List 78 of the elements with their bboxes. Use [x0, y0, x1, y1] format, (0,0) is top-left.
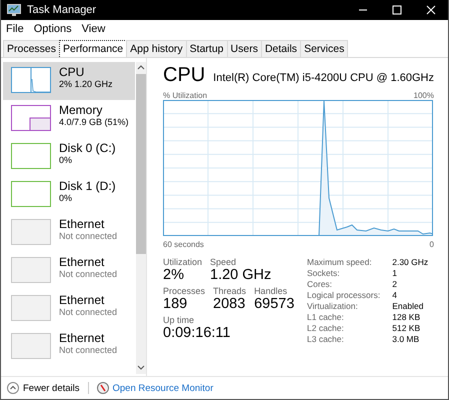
fewer-details-button[interactable]: Fewer details — [7, 382, 80, 394]
graph-label: 0 — [430, 240, 434, 249]
resource-detail: 4.0/7.9 GB (51%) — [59, 117, 129, 128]
tab[interactable]: Users — [226, 40, 262, 57]
resource-detail: Not connected — [59, 231, 118, 242]
graph-label: 100% — [414, 91, 434, 100]
spec-value: Enabled — [392, 301, 424, 311]
window-title: Task Manager — [27, 4, 98, 16]
resource-detail: Not connected — [59, 269, 118, 280]
resource-name: Memory — [59, 103, 104, 117]
stat-label: Threads — [213, 286, 246, 296]
stat-value: 189 — [163, 296, 188, 312]
stat-label: Utilization — [163, 257, 202, 267]
resource-monitor-link[interactable]: Open Resource Monitor — [112, 382, 214, 394]
collapse-icon — [7, 382, 19, 394]
resource-detail: Not connected — [59, 345, 118, 356]
sidebar-item[interactable]: Ethernet Not connected — [3, 214, 135, 252]
resource-detail: 0% — [59, 193, 74, 204]
resource-name: CPU — [59, 65, 86, 79]
resource-name: Ethernet — [59, 293, 106, 307]
graph-label: 60 seconds — [163, 240, 204, 249]
resource-detail: Not connected — [59, 307, 118, 318]
spec-value: 2 — [392, 279, 398, 289]
tab[interactable]: Details — [260, 40, 302, 57]
spec-value: 128 KB — [392, 312, 422, 322]
stat-value: 2083 — [213, 296, 246, 312]
sidebar-item[interactable]: Ethernet Not connected — [3, 290, 135, 328]
sidebar-item[interactable]: Ethernet Not connected — [3, 252, 135, 290]
sidebar-item[interactable]: Disk 1 (D:) 0% — [3, 176, 135, 214]
spec-value: 512 KB — [392, 323, 422, 333]
menu-item[interactable]: View — [82, 23, 106, 35]
spec-label: L2 cache: — [307, 323, 345, 333]
scroll-thumb[interactable] — [136, 74, 146, 254]
stat-label: Handles — [254, 286, 288, 296]
stat-value: 0:09:16:11 — [163, 325, 230, 341]
resource-name: Ethernet — [59, 255, 106, 269]
spec-value: 1 — [392, 268, 398, 278]
scroll-down-icon[interactable] — [137, 365, 145, 371]
monitor-icon — [7, 4, 21, 16]
stat-value: 69573 — [254, 296, 294, 312]
tab[interactable]: App history — [126, 40, 187, 57]
stat-label: Processes — [163, 286, 206, 296]
menu-item[interactable]: Options — [34, 23, 72, 35]
stat-label: Speed — [210, 257, 238, 267]
spec-label: Logical processors: — [307, 290, 380, 300]
graph-label: % Utilization — [163, 91, 208, 100]
sidebar-item[interactable]: Disk 0 (C:) 0% — [3, 138, 135, 176]
stat-label: Up time — [163, 315, 196, 325]
sidebar-item[interactable]: CPU 2% 1.20 GHz — [3, 62, 135, 100]
stat-value: 1.20 GHz — [210, 267, 272, 283]
resource-name: Ethernet — [59, 331, 106, 345]
resource-name: Ethernet — [59, 217, 106, 231]
tab[interactable]: Services — [300, 40, 348, 57]
stat-value: 2% — [163, 267, 185, 283]
sidebar-item[interactable]: Memory 4.0/7.9 GB (51%) — [3, 100, 135, 138]
spec-label: Sockets: — [307, 268, 341, 278]
resource-name: Disk 0 (C:) — [59, 141, 116, 155]
tab[interactable]: Performance — [59, 40, 128, 57]
gauge-icon — [96, 382, 108, 394]
spec-value: 3.0 MB — [392, 334, 420, 344]
sidebar-item[interactable]: Ethernet Not connected — [3, 328, 135, 366]
resource-name: Disk 1 (D:) — [59, 179, 116, 193]
tab[interactable]: Processes — [3, 40, 60, 57]
scrollbar[interactable] — [136, 62, 146, 374]
spec-value: 2.30 GHz — [392, 257, 428, 267]
tab[interactable]: Startup — [186, 40, 228, 57]
cpu-model: Intel(R) Core(TM) i5-4200U CPU @ 1.60GHz — [213, 72, 434, 84]
spec-label: Maximum speed: — [307, 257, 373, 267]
resource-detail: 2% 1.20 GHz — [59, 79, 113, 90]
section-title: CPU — [163, 64, 206, 87]
scroll-up-icon[interactable] — [137, 64, 145, 70]
spec-label: Cores: — [307, 279, 334, 289]
spec-label: L3 cache: — [307, 334, 345, 344]
spec-label: L1 cache: — [307, 312, 345, 322]
spec-value: 4 — [392, 290, 398, 300]
menu-item[interactable]: File — [6, 23, 24, 35]
spec-label: Virtualization: — [307, 301, 359, 311]
resource-detail: 0% — [59, 155, 74, 166]
